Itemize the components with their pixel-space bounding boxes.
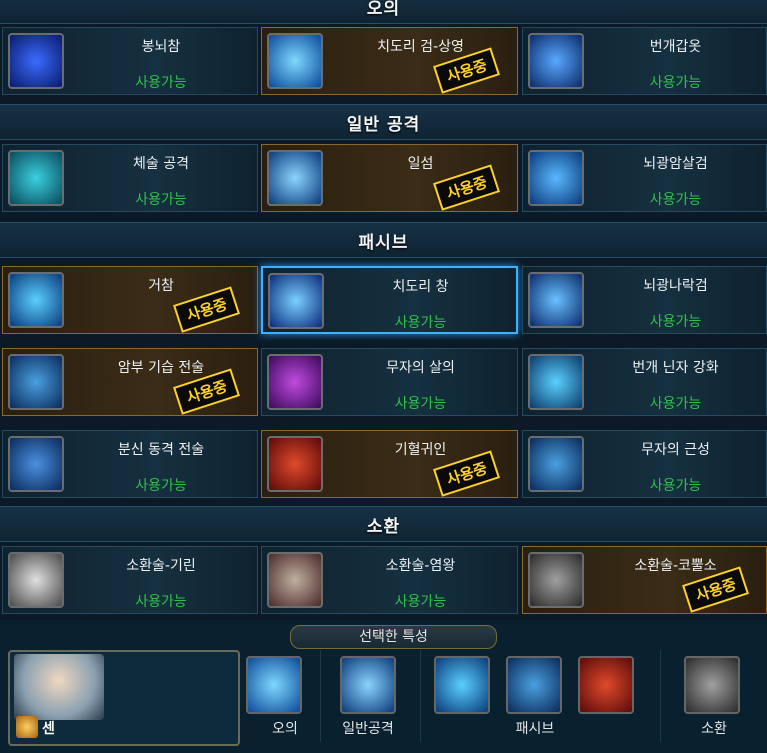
- skill-card[interactable]: 암부 기습 전술 사용중: [2, 348, 258, 416]
- selected-normal-attack-icon[interactable]: [340, 656, 396, 714]
- selected-traits-title: 선택한 특성: [290, 625, 497, 649]
- skill-name: 뇌광암살검: [643, 156, 708, 172]
- selected-ougi-icon[interactable]: [246, 656, 302, 714]
- lightning-dagger-icon: [528, 150, 584, 206]
- fist-icon: [8, 150, 64, 206]
- warrior-silhouette-icon: [528, 436, 584, 492]
- skill-card[interactable]: 기혈귀인 사용중: [261, 430, 518, 498]
- divider: [660, 650, 661, 742]
- skill-status: 사용가능: [135, 192, 187, 208]
- skill-card[interactable]: 뇌광나락검 사용가능: [522, 266, 767, 334]
- skill-status: 사용가능: [135, 75, 187, 91]
- normal-attack-label: 일반공격: [342, 721, 394, 737]
- skill-card[interactable]: 치도리 검-상영 사용중: [261, 27, 518, 95]
- skill-status: 사용가능: [649, 75, 702, 91]
- kirin-dragon-icon: [8, 552, 64, 608]
- ougi-label: 오의: [272, 721, 298, 737]
- shadow-clone-icon: [8, 436, 64, 492]
- skill-name: 분신 동격 전술: [117, 442, 205, 458]
- section-header-normal-attack: 일반 공격: [0, 104, 767, 140]
- skill-name: 번개갑옷: [649, 39, 702, 55]
- skill-name: 치도리 창: [392, 279, 449, 295]
- skill-card[interactable]: 소환술-코뿔소 사용중: [522, 546, 767, 614]
- enma-king-icon: [267, 552, 323, 608]
- skill-card[interactable]: 봉뇌참 사용가능: [2, 27, 258, 95]
- skill-status: 사용가능: [394, 396, 447, 412]
- skill-card[interactable]: 번개 닌자 강화 사용가능: [522, 348, 767, 416]
- skill-status: 사용가능: [135, 594, 187, 610]
- skill-card[interactable]: 무자의 근성 사용가능: [522, 430, 767, 498]
- class-icon: [16, 716, 38, 738]
- skill-card[interactable]: 체술 공격 사용가능: [2, 144, 258, 212]
- character-name: 센: [42, 721, 55, 737]
- wind-blade-icon: [8, 272, 64, 328]
- divider: [420, 650, 421, 742]
- skill-status: 사용가능: [649, 478, 702, 494]
- skill-card[interactable]: 소환술-기린 사용가능: [2, 546, 258, 614]
- rhino-icon: [528, 552, 584, 608]
- skill-card[interactable]: 분신 동격 전술 사용가능: [2, 430, 258, 498]
- anbu-ninja-icon: [8, 354, 64, 410]
- selected-passive-icon-3[interactable]: [578, 656, 634, 714]
- lightning-sword-icon: [267, 33, 323, 89]
- skill-card[interactable]: 거참 사용중: [2, 266, 258, 334]
- section-header-summon: 소환: [0, 506, 767, 542]
- selected-passive-icon-1[interactable]: [434, 656, 490, 714]
- passive-label: 패시브: [515, 721, 555, 737]
- skill-name: 무자의 근성: [641, 442, 710, 458]
- avatar: [14, 654, 104, 720]
- skill-name: 무자의 살의: [386, 360, 455, 376]
- lightning-blade-icon: [8, 33, 64, 89]
- demon-face-icon: [267, 436, 323, 492]
- skill-card[interactable]: 소환술-염왕 사용가능: [261, 546, 518, 614]
- skill-name: 번개 닌자 강화: [632, 360, 719, 376]
- skill-card[interactable]: 무자의 살의 사용가능: [261, 348, 518, 416]
- divider: [320, 650, 321, 742]
- thunder-kanji-icon: [528, 354, 584, 410]
- skill-name: 소환술-염왕: [385, 558, 456, 574]
- skill-card[interactable]: 번개갑옷 사용가능: [522, 27, 767, 95]
- skill-card[interactable]: 뇌광암살검 사용가능: [522, 144, 767, 212]
- skill-name: 체술 공격: [133, 156, 189, 172]
- skill-status: 사용가능: [135, 478, 187, 494]
- purple-slash-icon: [267, 354, 323, 410]
- skill-card[interactable]: 치도리 창 사용가능: [261, 266, 518, 334]
- selected-passive-icon-2[interactable]: [506, 656, 562, 714]
- skill-status: 사용가능: [649, 396, 702, 412]
- section-header-ougi: 오의: [0, 0, 767, 24]
- skill-status: 사용가능: [394, 315, 447, 331]
- skill-status: 사용가능: [649, 192, 702, 208]
- lightning-armor-icon: [528, 33, 584, 89]
- chidori-spear-icon: [268, 273, 324, 329]
- skill-name: 소환술-기린: [126, 558, 196, 574]
- section-header-passive: 패시브: [0, 222, 767, 258]
- skill-name: 봉뇌참: [141, 39, 181, 55]
- skill-status: 사용가능: [649, 314, 702, 330]
- skill-card[interactable]: 일섬 사용중: [261, 144, 518, 212]
- skill-name: 뇌광나락검: [643, 278, 708, 294]
- skill-status: 사용가능: [394, 594, 447, 610]
- summon-label: 소환: [701, 721, 727, 737]
- sword-slash-icon: [267, 150, 323, 206]
- selected-summon-icon[interactable]: [684, 656, 740, 714]
- lightning-blade-strike-icon: [528, 272, 584, 328]
